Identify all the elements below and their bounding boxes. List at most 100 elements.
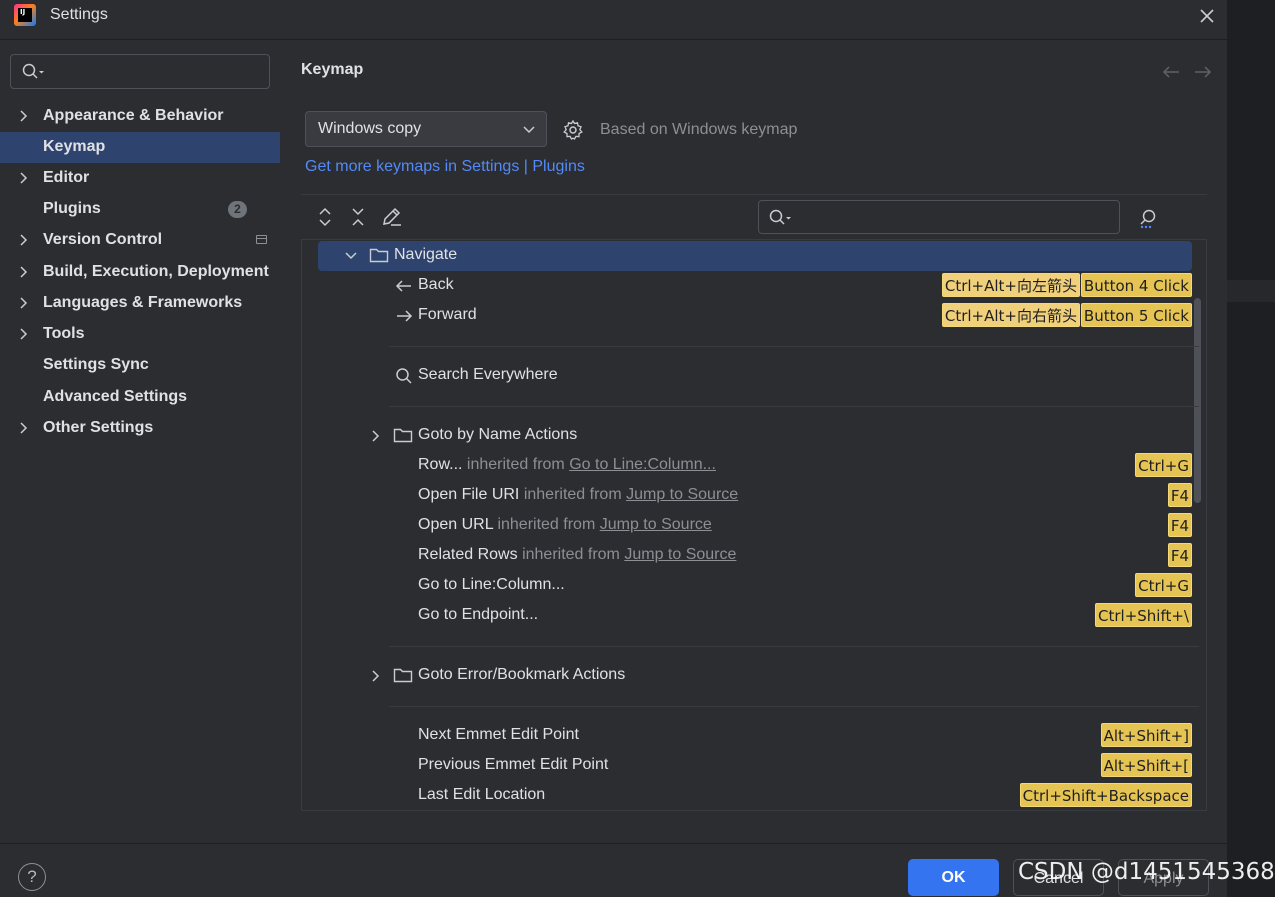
action-label: Next Emmet Edit Point [418, 726, 579, 743]
keymap-action-row[interactable]: Previous Emmet Edit Point Alt+Shift+[ [302, 751, 1206, 781]
action-label: Open URL inherited from Jump to Source [418, 516, 712, 534]
sidebar-item-settings-sync[interactable]: Settings Sync [0, 350, 280, 381]
shortcut-badge: F4 [1167, 543, 1192, 567]
back-arrow-icon[interactable] [1161, 63, 1181, 81]
action-filter-input[interactable] [758, 200, 1120, 234]
settings-sidebar: Appearance & Behavior Keymap Editor Plugins… [0, 41, 280, 843]
sidebar-item-plugins[interactable]: Plugins 2 [0, 194, 280, 225]
action-name: Go to Endpoint... [418, 606, 539, 623]
expand-all-icon[interactable] [316, 207, 334, 227]
sidebar-item-label: Other Settings [43, 419, 154, 436]
group-label: Navigate [394, 246, 458, 263]
search-icon [769, 209, 791, 225]
sidebar-item-label: Appearance & Behavior [43, 107, 224, 124]
inherited-word: inherited from [522, 546, 620, 563]
edit-pencil-icon[interactable] [381, 207, 403, 227]
action-label: Row... inherited from Go to Line:Column.… [418, 456, 716, 474]
tree-group-goto-by-name[interactable]: Goto by Name Actions [302, 421, 1206, 451]
intellij-logo-icon: IJ [14, 4, 36, 26]
action-forward[interactable]: Forward Ctrl+Alt+向右箭头 Button 5 Click [302, 301, 1206, 331]
action-name: Go to Line:Column... [418, 576, 565, 593]
group-label: Goto Error/Bookmark Actions [418, 666, 626, 683]
chevron-right-icon [372, 670, 380, 682]
action-label: Related Rows inherited from Jump to Sour… [418, 546, 736, 564]
tree-group-navigate[interactable]: Navigate [302, 241, 1206, 271]
tree-separator [389, 406, 1199, 407]
sidebar-item-advanced-settings[interactable]: Advanced Settings [0, 382, 280, 413]
chevron-right-icon [20, 266, 28, 278]
action-back[interactable]: Back Ctrl+Alt+向左箭头 Button 4 Click [302, 271, 1206, 301]
keymap-action-row[interactable]: Last Edit Location Ctrl+Shift+Backspace [302, 781, 1206, 810]
inherited-source-link[interactable]: Jump to Source [626, 486, 738, 503]
sidebar-item-other-settings[interactable]: Other Settings [0, 413, 280, 444]
sidebar-item-appearance-behavior[interactable]: Appearance & Behavior [0, 101, 280, 132]
chevron-right-icon [20, 234, 28, 246]
logo-text: IJ [20, 8, 26, 16]
sidebar-item-editor[interactable]: Editor [0, 163, 280, 194]
ok-button[interactable]: OK [908, 859, 999, 896]
keymap-action-row[interactable]: Open URL inherited from Jump to Source F4 [302, 511, 1206, 541]
action-label: Search Everywhere [418, 366, 558, 383]
keymap-action-row[interactable]: Open File URI inherited from Jump to Sou… [302, 481, 1206, 511]
arrow-left-icon [395, 280, 411, 292]
gear-icon[interactable] [562, 119, 584, 141]
close-icon[interactable] [1196, 5, 1218, 27]
search-icon [22, 63, 44, 79]
keymap-action-row[interactable]: Row... inherited from Go to Line:Column.… [302, 451, 1206, 481]
shortcut-badge: Button 5 Click [1080, 303, 1192, 327]
keymap-dropdown[interactable]: Windows copy [305, 111, 547, 147]
chevron-right-icon [20, 297, 28, 309]
help-button[interactable]: ? [18, 863, 46, 891]
inherited-note: inherited from Jump to Source [518, 546, 736, 563]
shortcut-badge: F4 [1167, 513, 1192, 537]
forward-arrow-icon[interactable] [1193, 63, 1213, 81]
tree-group-goto-error-bookmark[interactable]: Goto Error/Bookmark Actions [302, 661, 1206, 691]
inherited-source-link[interactable]: Jump to Source [600, 516, 712, 533]
sidebar-item-languages-frameworks[interactable]: Languages & Frameworks [0, 288, 280, 319]
shortcut-badge: Ctrl+G [1135, 453, 1192, 477]
sidebar-item-label: Plugins [43, 200, 101, 217]
action-label: Go to Line:Column... [418, 576, 565, 594]
divider [301, 194, 1207, 195]
inherited-word: inherited from [466, 456, 565, 473]
folder-icon [393, 428, 413, 443]
sidebar-item-tools[interactable]: Tools [0, 319, 280, 350]
find-by-shortcut-icon[interactable] [1138, 208, 1160, 230]
tree-separator [389, 646, 1199, 647]
sidebar-item-label: Tools [43, 325, 85, 342]
inherited-word: inherited from [497, 516, 596, 533]
keymap-action-row[interactable]: Next Emmet Edit Point Alt+Shift+] [302, 721, 1206, 751]
search-icon [396, 368, 412, 384]
window-title: Settings [50, 6, 108, 23]
action-label: Forward [418, 306, 477, 323]
folder-icon [393, 668, 413, 683]
chevron-down-icon [523, 126, 535, 134]
collapse-all-icon[interactable] [349, 207, 367, 227]
keymap-action-row[interactable]: Related Rows inherited from Jump to Sour… [302, 541, 1206, 571]
keymap-actions-tree[interactable]: Navigate Back Ctrl+Alt+向左箭头 Button 4 Click F… [301, 239, 1207, 811]
inherited-source-link[interactable]: Go to Line:Column... [569, 456, 716, 473]
shortcut-badge: Ctrl+Alt+向左箭头 [941, 273, 1080, 297]
shortcut-badge: Ctrl+Shift+Backspace [1019, 783, 1192, 807]
sidebar-item-keymap[interactable]: Keymap [0, 132, 280, 163]
settings-search-input[interactable] [10, 54, 270, 89]
shortcut-badge: Alt+Shift+] [1100, 723, 1192, 747]
get-more-keymaps-link[interactable]: Get more keymaps in Settings | Plugins [305, 158, 585, 176]
keymap-action-row[interactable]: Go to Endpoint... Ctrl+Shift+\ [302, 601, 1206, 631]
keymap-action-row[interactable]: Go to Line:Column... Ctrl+G [302, 571, 1206, 601]
chevron-right-icon [372, 430, 380, 442]
action-name: Related Rows [418, 546, 518, 563]
background-editor-strip [1227, 0, 1275, 897]
arrow-right-icon [397, 310, 413, 322]
sidebar-item-version-control[interactable]: Version Control [0, 225, 280, 256]
sidebar-item-build-execution-deployment[interactable]: Build, Execution, Deployment [0, 257, 280, 288]
keymap-dropdown-value: Windows copy [318, 120, 422, 137]
action-search-everywhere[interactable]: Search Everywhere [302, 361, 1206, 391]
inherited-note: inherited from Jump to Source [519, 486, 738, 503]
keymap-panel: Keymap Windows copy Based on Windows key… [280, 41, 1227, 843]
chevron-right-icon [20, 328, 28, 340]
inherited-note: inherited from Go to Line:Column... [462, 456, 716, 473]
title-bar: IJ Settings [0, 0, 1227, 40]
inherited-source-link[interactable]: Jump to Source [624, 546, 736, 563]
shortcut-badge: Alt+Shift+[ [1100, 753, 1192, 777]
